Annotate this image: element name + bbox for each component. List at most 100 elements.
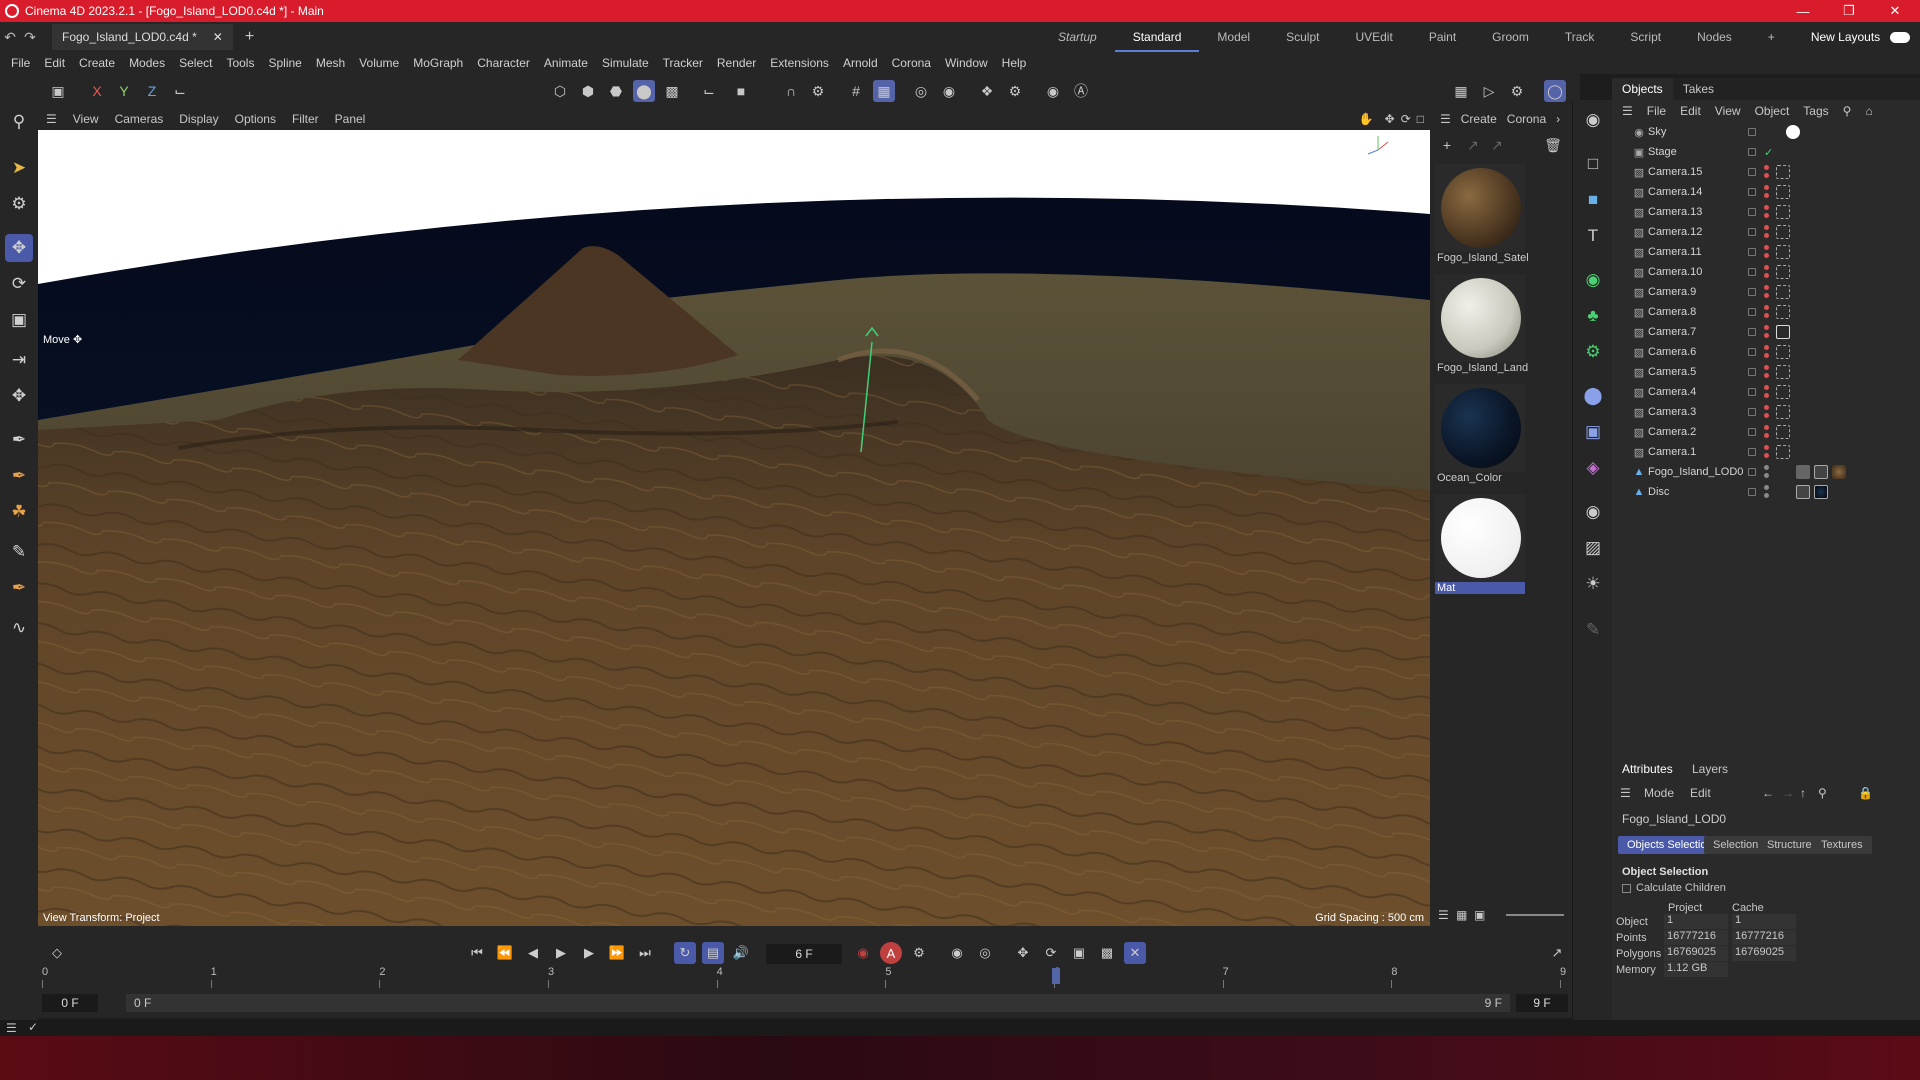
- object-row-camera-1[interactable]: ▨ Camera.1: [1612, 442, 1920, 462]
- knife-tool-icon[interactable]: ✒: [5, 574, 33, 602]
- symmetry-settings-icon[interactable]: ⚙: [1004, 80, 1026, 102]
- satellite-material-tag[interactable]: [1832, 465, 1846, 479]
- z-axis-lock[interactable]: Z: [141, 80, 163, 102]
- back-arrow-icon[interactable]: ←: [1762, 786, 1774, 800]
- material-fogo-island-land[interactable]: Fogo_Island_Land: [1435, 274, 1528, 374]
- visibility-checkbox[interactable]: [1748, 148, 1756, 156]
- calculate-children-checkbox[interactable]: [1622, 884, 1631, 893]
- key-settings-icon[interactable]: ⚙: [908, 942, 930, 964]
- large-view-icon[interactable]: ▣: [1474, 908, 1485, 922]
- visibility-checkbox[interactable]: [1748, 228, 1756, 236]
- rotation-key-icon[interactable]: ⟳: [1040, 942, 1062, 964]
- thumbnail-size-slider[interactable]: [1506, 914, 1564, 916]
- minimize-icon[interactable]: —: [1780, 0, 1826, 22]
- points-mode-icon[interactable]: ⬡: [549, 80, 571, 102]
- object-row-camera-14[interactable]: ▨ Camera.14: [1612, 182, 1920, 202]
- add-tab-icon[interactable]: +: [245, 28, 254, 46]
- protection-tag[interactable]: [1776, 205, 1790, 219]
- object-row-disc[interactable]: ▲ Disc: [1612, 482, 1920, 502]
- protection-tag[interactable]: [1776, 245, 1790, 259]
- tab-layers[interactable]: Layers: [1682, 756, 1738, 782]
- guides-icon[interactable]: ◉: [1042, 80, 1064, 102]
- pan-view-icon[interactable]: ✋: [1351, 112, 1382, 126]
- text-icon[interactable]: T: [1579, 222, 1607, 250]
- material-mat[interactable]: Mat: [1435, 494, 1525, 594]
- forward-arrow-icon[interactable]: →: [1782, 786, 1794, 800]
- visibility-checkbox[interactable]: [1748, 208, 1756, 216]
- grid-view-icon[interactable]: ▦: [1456, 908, 1467, 922]
- snap-enable-icon[interactable]: ▦: [873, 80, 895, 102]
- phong-tag[interactable]: [1796, 465, 1810, 479]
- protection-tag[interactable]: [1776, 425, 1790, 439]
- loop-icon[interactable]: ↻: [674, 942, 696, 964]
- move-view-icon[interactable]: ✥: [1382, 112, 1398, 126]
- protection-tag[interactable]: [1776, 365, 1790, 379]
- tag-icon[interactable]: ◈: [1579, 454, 1607, 482]
- prev-key-icon[interactable]: ⏪: [494, 942, 516, 964]
- spline-sketch-icon[interactable]: ✒: [5, 462, 33, 490]
- layout-startup[interactable]: Startup: [1040, 22, 1115, 52]
- play-icon[interactable]: ▶: [550, 942, 572, 964]
- menu-tracker[interactable]: Tracker: [656, 56, 710, 70]
- sky-material-tag[interactable]: [1786, 125, 1800, 139]
- visibility-checkbox[interactable]: [1748, 168, 1756, 176]
- next-frame-icon[interactable]: ▶: [578, 942, 600, 964]
- camera-object-icon[interactable]: ◉: [1579, 106, 1607, 134]
- menu-arnold[interactable]: Arnold: [836, 56, 885, 70]
- om-home-icon[interactable]: ⌂: [1865, 104, 1872, 118]
- grid-snap-icon[interactable]: #: [845, 80, 867, 102]
- layout-nodes[interactable]: Nodes: [1679, 22, 1750, 52]
- visibility-checkbox[interactable]: [1748, 428, 1756, 436]
- new-layouts-label[interactable]: New Layouts: [1793, 22, 1898, 52]
- autokey-icon[interactable]: A: [880, 942, 902, 964]
- menu-create[interactable]: Create: [72, 56, 122, 70]
- assets-icon[interactable]: Ⓐ: [1070, 80, 1092, 102]
- attr-menu-mode[interactable]: Mode: [1644, 786, 1674, 800]
- lock-icon[interactable]: 🔒: [1858, 786, 1873, 800]
- visibility-checkbox[interactable]: [1748, 288, 1756, 296]
- x-axis-lock[interactable]: X: [86, 80, 108, 102]
- enabled-check-icon[interactable]: ✓: [1764, 146, 1773, 159]
- coordinate-system-icon[interactable]: ⌙: [169, 80, 191, 102]
- edit-icon[interactable]: ✎: [1579, 616, 1607, 644]
- visibility-checkbox[interactable]: [1748, 268, 1756, 276]
- rotate-tool-icon[interactable]: ⟳: [5, 270, 33, 298]
- keyframe-selection-icon[interactable]: ◉: [946, 942, 968, 964]
- texture-mode-icon[interactable]: ▩: [661, 80, 683, 102]
- object-row-camera-5[interactable]: ▨ Camera.5: [1612, 362, 1920, 382]
- object-row-stage[interactable]: ▣ Stage ✓: [1612, 142, 1920, 162]
- menu-modes[interactable]: Modes: [122, 56, 172, 70]
- layout-sculpt[interactable]: Sculpt: [1268, 22, 1337, 52]
- document-tab[interactable]: Fogo_Island_LOD0.c4d * ✕: [52, 24, 233, 50]
- timeline-graph-icon[interactable]: ↗: [1546, 942, 1568, 964]
- menu-render[interactable]: Render: [710, 56, 763, 70]
- end-frame-field[interactable]: 9 F: [1516, 994, 1568, 1012]
- render-view-icon[interactable]: ▦: [1450, 80, 1472, 102]
- menu-select[interactable]: Select: [172, 56, 219, 70]
- protection-tag[interactable]: [1776, 185, 1790, 199]
- object-row-camera-2[interactable]: ▨ Camera.2: [1612, 422, 1920, 442]
- om-menu-tags[interactable]: Tags: [1803, 104, 1828, 118]
- protection-tag[interactable]: [1776, 165, 1790, 179]
- light-icon[interactable]: ☀: [1579, 570, 1607, 598]
- model-mode-icon[interactable]: ⬤: [633, 80, 655, 102]
- visibility-checkbox[interactable]: [1748, 368, 1756, 376]
- current-frame-field[interactable]: 6 F: [766, 944, 842, 964]
- pla-key-icon[interactable]: ✕: [1124, 942, 1146, 964]
- search-icon[interactable]: ⚲: [5, 108, 33, 136]
- key-interpolation-icon[interactable]: ◎: [974, 942, 996, 964]
- protection-tag[interactable]: [1776, 445, 1790, 459]
- om-menu-file[interactable]: File: [1647, 104, 1666, 118]
- spline-smooth-icon[interactable]: ☘: [5, 498, 33, 526]
- rotate-view-icon[interactable]: ⟳: [1398, 112, 1414, 126]
- corona-ir-icon[interactable]: ◯: [1544, 80, 1566, 102]
- viewport-menu-cameras[interactable]: Cameras: [107, 112, 172, 126]
- object-mode-icon[interactable]: ▣: [47, 80, 69, 102]
- object-row-camera-10[interactable]: ▨ Camera.10: [1612, 262, 1920, 282]
- hair-tool-icon[interactable]: ∿: [5, 614, 33, 642]
- close-tab-icon[interactable]: ✕: [213, 30, 223, 44]
- new-layouts-toggle[interactable]: [1890, 31, 1911, 43]
- snap-settings-icon[interactable]: ⚙: [807, 80, 829, 102]
- magnet-icon[interactable]: ∩: [780, 80, 802, 102]
- more-menu-icon[interactable]: ›: [1556, 112, 1560, 126]
